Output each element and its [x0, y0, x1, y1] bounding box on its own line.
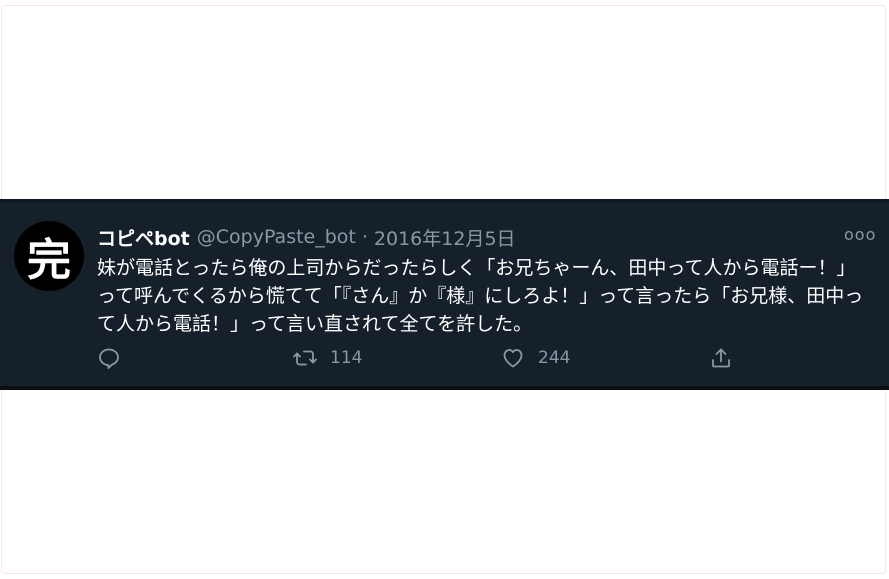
- page: 完 コピペbot @CopyPaste_bot · 2016年12月5日 ooo…: [0, 0, 889, 579]
- reply-icon: [99, 348, 119, 369]
- more-options-icon[interactable]: ooo: [844, 227, 876, 243]
- heart-icon: [503, 349, 523, 368]
- retweet-count: 114: [330, 348, 363, 368]
- user-handle[interactable]: @CopyPaste_bot: [197, 226, 356, 248]
- reply-button[interactable]: [97, 346, 121, 370]
- separator-dot: ·: [361, 226, 368, 248]
- tweet-actions: 114 244: [97, 346, 757, 374]
- retweet-button[interactable]: 114: [293, 346, 362, 370]
- like-button[interactable]: 244: [501, 346, 570, 370]
- tweet-text: 妹が電話とったら俺の上司からだったらしく「お兄ちゃーん、田中って人から電話ー！」…: [97, 257, 864, 335]
- share-icon: [712, 348, 730, 368]
- avatar-glyph: 完: [27, 235, 71, 286]
- like-count: 244: [538, 348, 571, 368]
- retweet-icon: [293, 350, 317, 366]
- display-name[interactable]: コピペbot: [97, 224, 190, 251]
- tweet-bottom-divider: [0, 386, 889, 390]
- tweet-header: コピペbot @CopyPaste_bot · 2016年12月5日: [97, 224, 516, 251]
- tweet-date[interactable]: 2016年12月5日: [374, 224, 516, 251]
- tweet-card[interactable]: 完 コピペbot @CopyPaste_bot · 2016年12月5日 ooo…: [0, 199, 889, 387]
- share-button[interactable]: [709, 346, 733, 370]
- avatar[interactable]: 完: [14, 221, 84, 291]
